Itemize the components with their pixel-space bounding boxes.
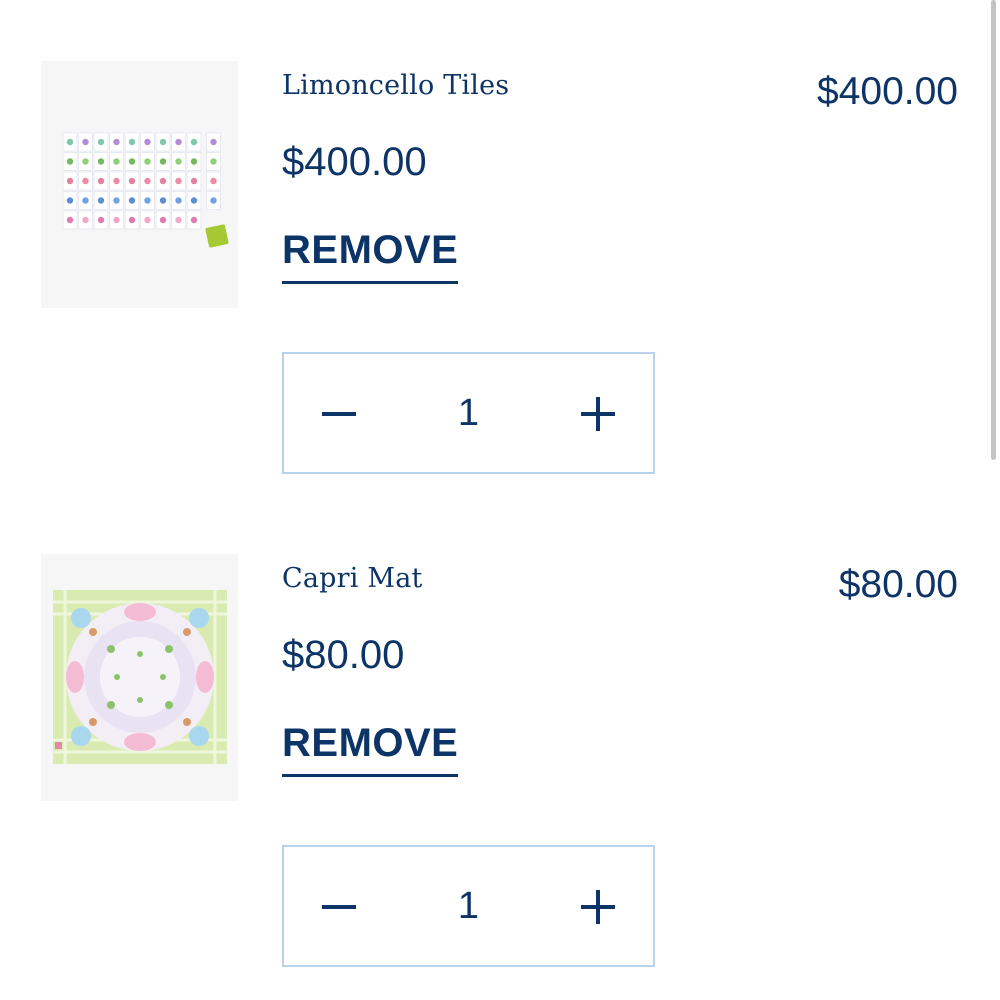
- mat-illustration: [41, 554, 238, 801]
- cart-item: Capri Mat $80.00 $80.00 REMOVE 1: [0, 493, 1000, 967]
- quantity-input[interactable]: 1: [394, 354, 543, 472]
- increase-quantity-button[interactable]: [543, 354, 653, 472]
- minus-icon: [322, 412, 356, 416]
- line-total-price: $400.00: [817, 70, 958, 113]
- minus-icon: [322, 905, 356, 909]
- cart-item: Limoncello Tiles $400.00 $400.00 REMOVE …: [0, 0, 1000, 474]
- remove-button[interactable]: REMOVE: [282, 228, 459, 284]
- unit-price: $80.00: [282, 633, 405, 677]
- product-title[interactable]: Limoncello Tiles: [282, 70, 509, 101]
- tiles-illustration: [41, 61, 238, 308]
- decrease-quantity-button[interactable]: [284, 847, 394, 965]
- mahjong-tiles-product-image[interactable]: [41, 61, 238, 308]
- product-title[interactable]: Capri Mat: [282, 563, 423, 594]
- remove-button[interactable]: REMOVE: [282, 721, 459, 777]
- quantity-input[interactable]: 1: [394, 847, 543, 965]
- scrollbar[interactable]: [986, 0, 1000, 1000]
- line-total-price: $80.00: [838, 563, 958, 606]
- decrease-quantity-button[interactable]: [284, 354, 394, 472]
- increase-quantity-button[interactable]: [543, 847, 653, 965]
- quantity-stepper: 1: [282, 845, 655, 967]
- scrollbar-thumb[interactable]: [991, 0, 996, 460]
- floral-mat-product-image[interactable]: [41, 554, 238, 801]
- quantity-stepper: 1: [282, 352, 655, 474]
- unit-price: $400.00: [282, 140, 427, 184]
